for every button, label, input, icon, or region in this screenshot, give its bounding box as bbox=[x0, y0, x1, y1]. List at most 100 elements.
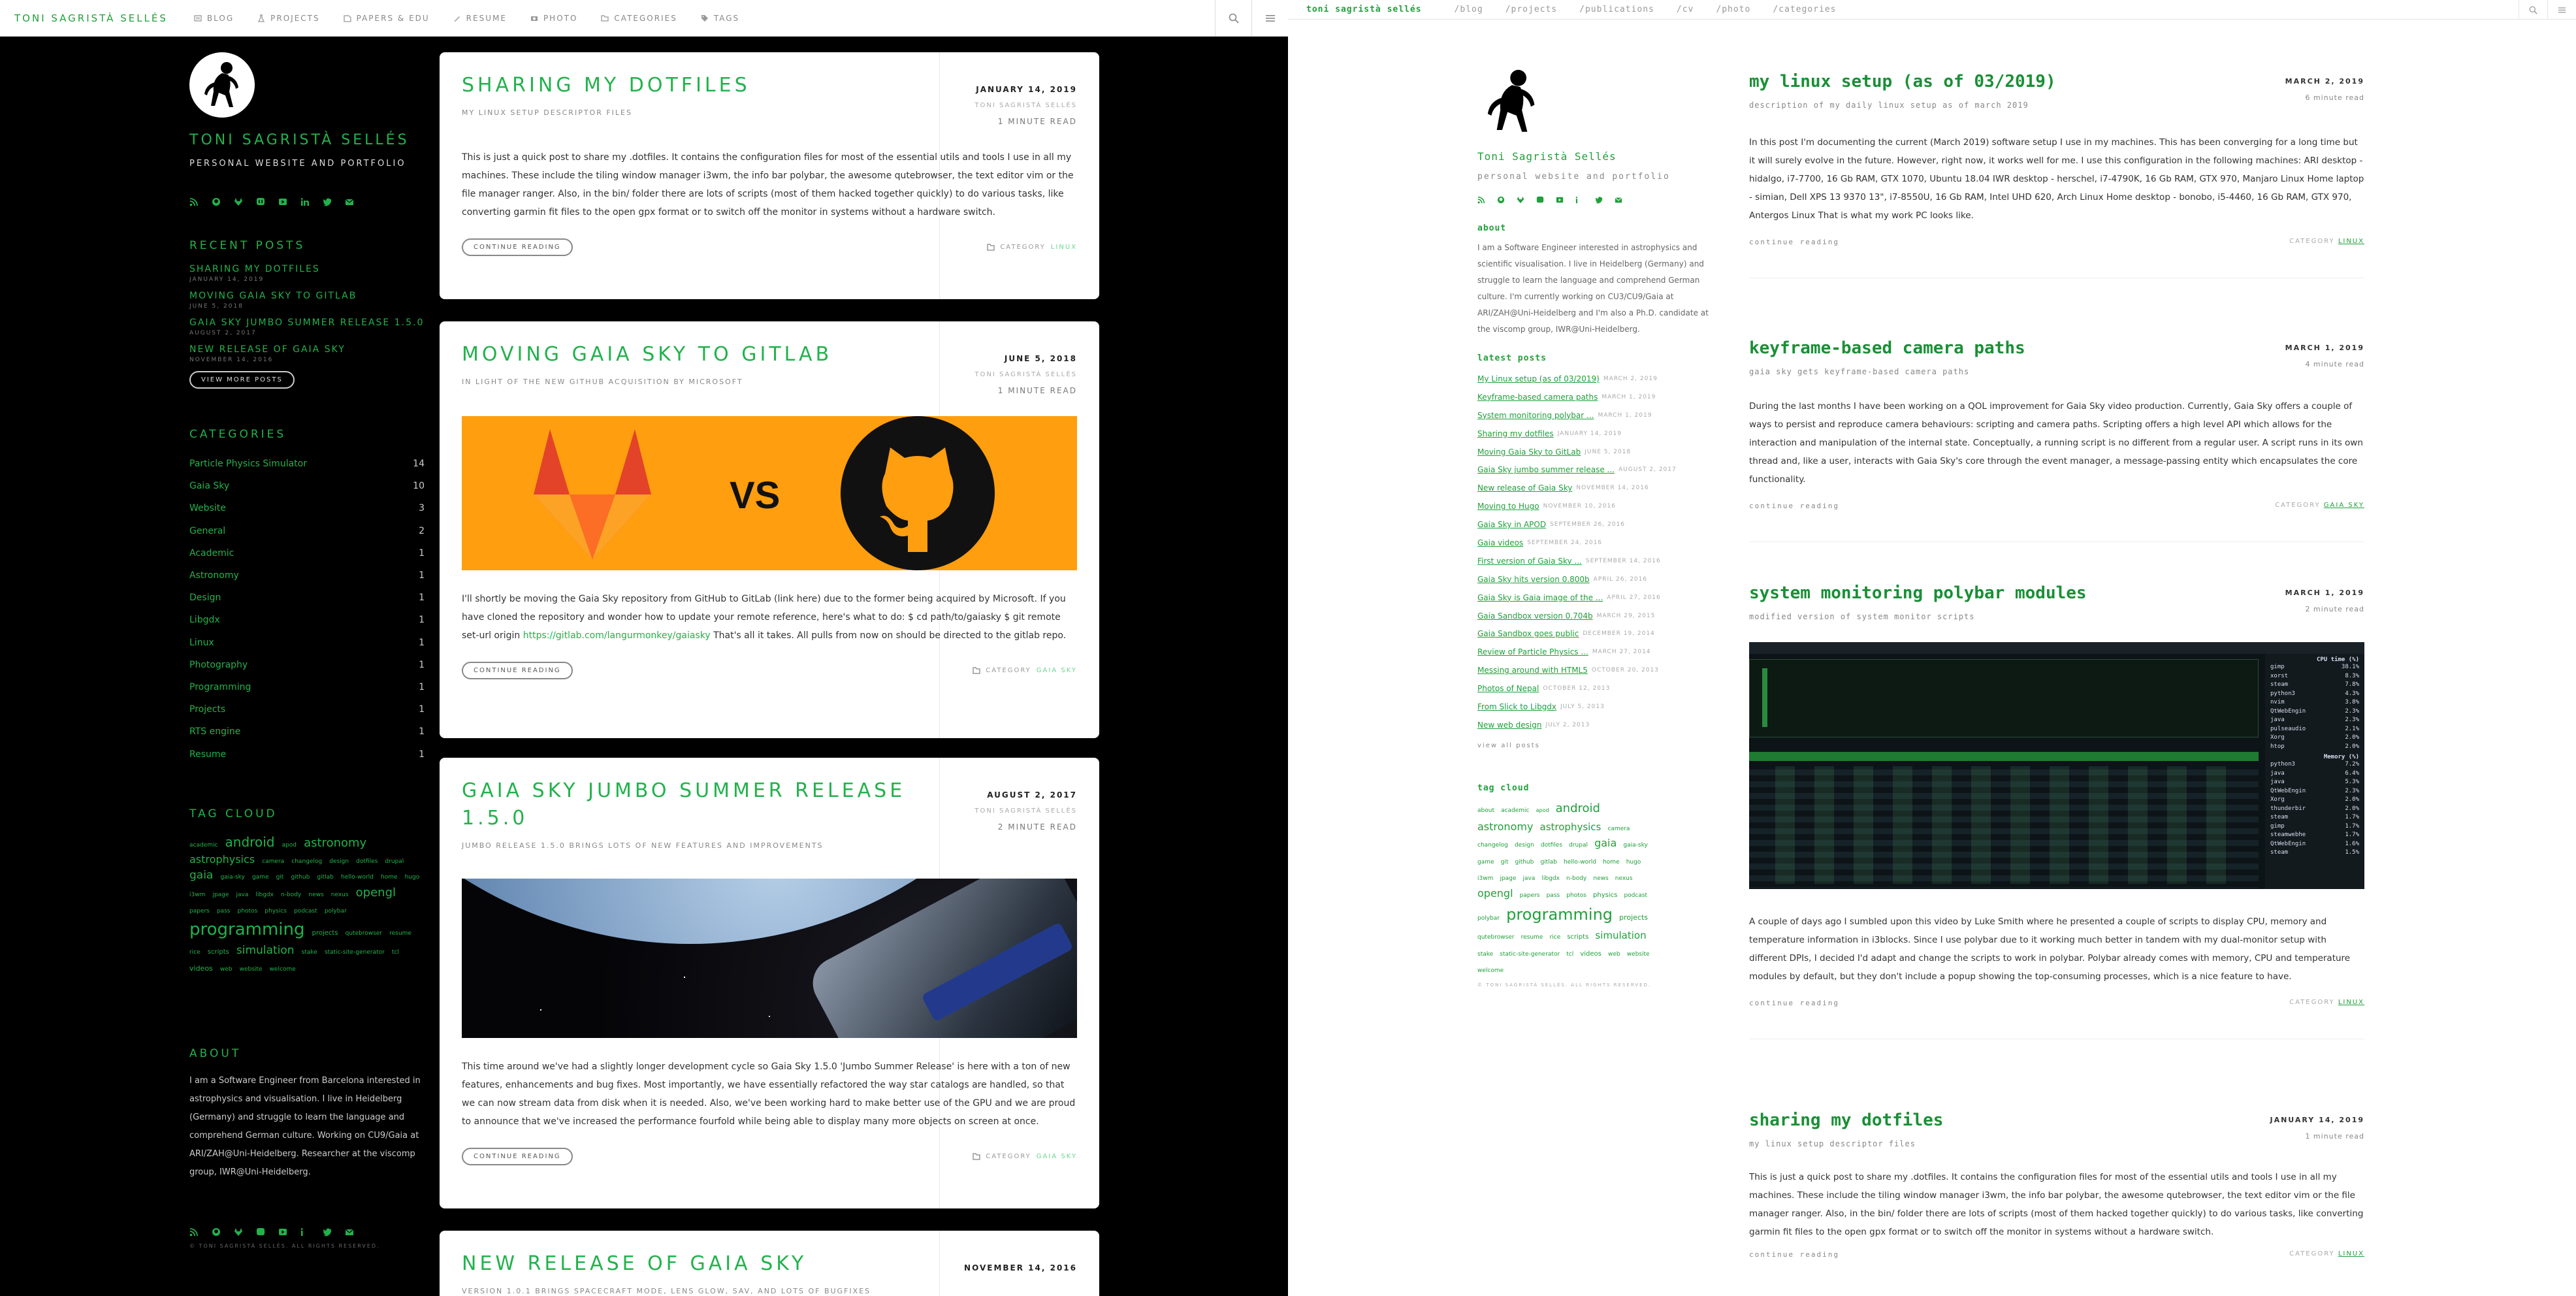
nav-categories[interactable]: CATEGORIES bbox=[601, 14, 677, 23]
github-icon[interactable] bbox=[212, 197, 221, 206]
category-item[interactable]: Programming 1 bbox=[189, 676, 425, 698]
tag-link[interactable]: website bbox=[1627, 951, 1650, 958]
tag-link[interactable]: photos bbox=[1566, 892, 1586, 899]
mastodon-icon[interactable] bbox=[256, 1227, 265, 1237]
tag-link[interactable]: home bbox=[381, 874, 398, 881]
latest-post-link[interactable]: Gaia Sky in APOD bbox=[1477, 520, 1546, 529]
github-icon[interactable] bbox=[1497, 196, 1505, 204]
youtube-icon[interactable] bbox=[278, 1227, 287, 1237]
gitlab-icon[interactable] bbox=[234, 1227, 243, 1237]
category-link[interactable]: LINUX bbox=[1051, 244, 1077, 251]
latest-post-link[interactable]: Gaia Sky hits version 0.800b bbox=[1477, 575, 1590, 584]
tag-link[interactable]: jpage bbox=[1500, 875, 1516, 882]
tag-link[interactable]: drupal bbox=[385, 858, 404, 865]
tag-link[interactable]: welcome bbox=[270, 966, 296, 973]
category-link[interactable]: GAIA SKY bbox=[2324, 502, 2364, 509]
tag-link[interactable]: papers bbox=[189, 908, 210, 915]
tag-link[interactable]: pass bbox=[217, 908, 231, 915]
gitlab-repo-link[interactable]: https://gitlab.com/langurmonkey/gaiasky bbox=[523, 630, 711, 641]
nav-photo[interactable]: PHOTO bbox=[530, 14, 577, 23]
tag-link[interactable]: stake bbox=[1477, 951, 1493, 958]
tag-link[interactable]: web bbox=[220, 966, 233, 973]
tag-link[interactable]: simulation bbox=[236, 944, 295, 957]
tag-link[interactable]: github bbox=[1515, 859, 1534, 866]
tag-link[interactable]: changelog bbox=[1477, 842, 1508, 849]
tag-link[interactable]: website bbox=[240, 966, 263, 973]
post-title[interactable]: GAIA SKY JUMBO SUMMER RELEASE 1.5.0 bbox=[462, 758, 919, 832]
search-button[interactable] bbox=[1215, 0, 1251, 37]
view-more-posts-button[interactable]: VIEW MORE POSTS bbox=[189, 371, 295, 389]
post-title[interactable]: keyframe-based camera paths bbox=[1749, 338, 2364, 358]
nav-projects[interactable]: /projects bbox=[1505, 5, 1557, 14]
tag-link[interactable]: game bbox=[1477, 859, 1494, 866]
category-item[interactable]: Astronomy 1 bbox=[189, 564, 425, 587]
tag-link[interactable]: gaia-sky bbox=[220, 874, 244, 881]
continue-reading-link[interactable]: continue reading bbox=[1749, 238, 1839, 246]
tag-link[interactable]: physics bbox=[265, 908, 287, 915]
tag-link[interactable]: i3wm bbox=[189, 892, 205, 898]
category-item[interactable]: Design 1 bbox=[189, 587, 425, 609]
post-title[interactable]: system monitoring polybar modules bbox=[1749, 583, 2364, 603]
category-item[interactable]: Academic 1 bbox=[189, 542, 425, 564]
tag-link[interactable]: jpage bbox=[212, 892, 229, 898]
tag-link[interactable]: android bbox=[225, 834, 275, 850]
monkey-logo-icon[interactable] bbox=[1476, 65, 1548, 137]
tag-link[interactable]: dotfiles bbox=[1541, 842, 1562, 849]
tag-link[interactable]: academic bbox=[189, 842, 217, 849]
latest-post-link[interactable]: New release of Gaia Sky bbox=[1477, 483, 1572, 493]
nav-cv[interactable]: /cv bbox=[1677, 5, 1694, 14]
category-item[interactable]: RTS engine 1 bbox=[189, 721, 425, 743]
category-link[interactable]: GAIA SKY bbox=[1037, 667, 1077, 674]
continue-reading-button[interactable]: CONTINUE READING bbox=[462, 1148, 573, 1165]
tag-link[interactable]: apod bbox=[1536, 807, 1549, 813]
tag-link[interactable]: qutebrowser bbox=[1477, 934, 1515, 941]
latest-post-link[interactable]: Messing around with HTML5 bbox=[1477, 666, 1588, 675]
tag-link[interactable]: opengl bbox=[356, 886, 396, 899]
nav-blog[interactable]: /blog bbox=[1455, 5, 1483, 14]
linkedin-icon[interactable] bbox=[300, 197, 310, 206]
latest-post-link[interactable]: First version of Gaia Sky ... bbox=[1477, 557, 1582, 566]
tag-link[interactable]: welcome bbox=[1477, 967, 1504, 974]
tag-link[interactable]: programming bbox=[1506, 905, 1613, 924]
tag-link[interactable]: qutebrowser bbox=[346, 930, 383, 937]
tag-link[interactable]: polybar bbox=[325, 908, 347, 915]
tag-link[interactable]: libgdx bbox=[1541, 875, 1559, 882]
twitter-icon[interactable] bbox=[1595, 196, 1603, 204]
nav-tags[interactable]: TAGS bbox=[701, 14, 739, 23]
tag-link[interactable]: projects bbox=[312, 930, 338, 937]
tag-link[interactable]: resume bbox=[1521, 934, 1543, 941]
tag-link[interactable]: tcl bbox=[1566, 951, 1573, 958]
tag-link[interactable]: camera bbox=[262, 858, 284, 865]
tag-link[interactable]: hello-world bbox=[1564, 859, 1596, 866]
tag-link[interactable]: papers bbox=[1520, 892, 1540, 899]
latest-post-link[interactable]: System monitoring polybar ... bbox=[1477, 411, 1594, 420]
tag-link[interactable]: tcl bbox=[392, 949, 399, 956]
recent-post-link[interactable]: MOVING GAIA SKY TO GITLAB bbox=[189, 291, 425, 301]
rss-icon[interactable] bbox=[1477, 196, 1485, 204]
tag-link[interactable]: resume bbox=[389, 930, 411, 937]
latest-post-link[interactable]: Moving to Hugo bbox=[1477, 502, 1539, 511]
tag-link[interactable]: astronomy bbox=[1477, 820, 1533, 833]
latest-post-link[interactable]: Gaia Sky jumbo summer release ... bbox=[1477, 465, 1615, 474]
continue-reading-button[interactable]: CONTINUE READING bbox=[462, 662, 573, 679]
nav-categories[interactable]: /categories bbox=[1773, 5, 1836, 14]
email-icon[interactable] bbox=[1615, 196, 1622, 204]
tag-link[interactable]: programming bbox=[189, 920, 305, 939]
tag-link[interactable]: static-site-generator bbox=[1500, 951, 1560, 958]
tag-link[interactable]: git bbox=[1501, 859, 1509, 866]
tag-link[interactable]: astrophysics bbox=[1540, 821, 1602, 833]
tag-link[interactable]: astronomy bbox=[304, 836, 366, 850]
tag-link[interactable]: astrophysics bbox=[189, 853, 255, 866]
tag-link[interactable]: stake bbox=[302, 949, 317, 956]
tag-link[interactable]: gaia-sky bbox=[1623, 842, 1647, 849]
tag-link[interactable]: hugo bbox=[1626, 859, 1641, 866]
continue-reading-link[interactable]: continue reading bbox=[1749, 1250, 1839, 1259]
tag-link[interactable]: java bbox=[1523, 875, 1536, 882]
latest-post-link[interactable]: Keyframe-based camera paths bbox=[1477, 393, 1598, 402]
email-icon[interactable] bbox=[345, 1227, 354, 1237]
tag-link[interactable]: podcast bbox=[1624, 892, 1647, 899]
tag-link[interactable]: libgdx bbox=[255, 892, 273, 898]
tag-link[interactable]: gaia bbox=[1594, 837, 1617, 849]
menu-button[interactable] bbox=[2547, 0, 2576, 20]
tag-link[interactable]: projects bbox=[1619, 913, 1648, 922]
